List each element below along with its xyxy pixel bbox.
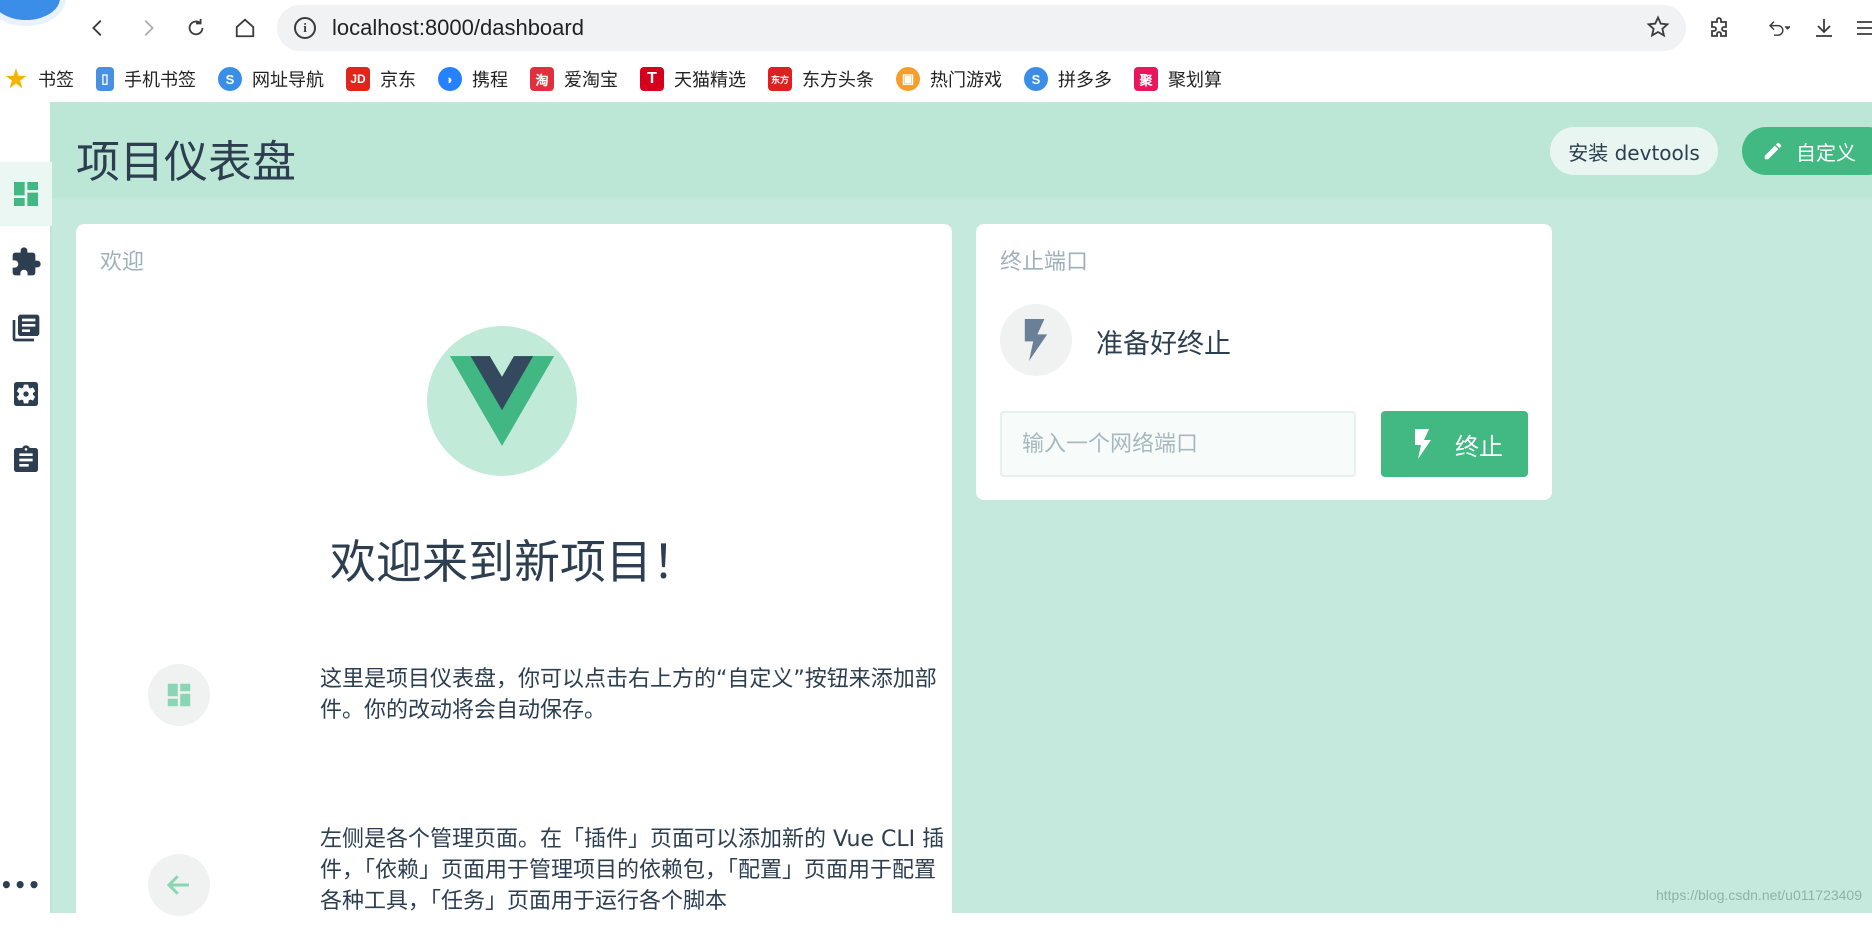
kill-port-widget: 终止端口 准备好终止 终止	[976, 224, 1552, 500]
sidebar-item-tasks[interactable]	[0, 428, 52, 492]
ctrip-icon: ◗	[438, 67, 462, 91]
install-devtools-button[interactable]: 安装 devtools	[1550, 127, 1718, 175]
browser-logo-icon	[0, 0, 66, 26]
bookmark-label: 东方头条	[802, 70, 874, 90]
address-bar[interactable]: i localhost:8000/dashboard	[277, 5, 1686, 51]
more-icon[interactable]: •••	[0, 873, 40, 897]
jd-icon: JD	[346, 67, 370, 91]
browser-toolbar: i localhost:8000/dashboard	[0, 0, 1872, 56]
page-header: 项目仪表盘 安装 devtools 自定义	[52, 102, 1872, 198]
library-books-icon	[12, 314, 40, 342]
bookmark-label: 爱淘宝	[564, 70, 618, 90]
sidebar-item-dashboard[interactable]	[0, 162, 52, 226]
bookmark-item[interactable]: S 网址导航	[218, 58, 324, 100]
sidebar-item-plugins[interactable]	[0, 230, 52, 294]
taobao-icon: 淘	[530, 67, 554, 91]
bookmark-label: 聚划算	[1168, 70, 1222, 90]
vue-logo	[427, 326, 577, 476]
kill-button-label: 终止	[1455, 432, 1503, 461]
bookmark-item[interactable]: 聚 聚划算	[1134, 58, 1222, 100]
tip-text: 左侧是各个管理页面。在「插件」页面可以添加新的 Vue CLI 插件，「依赖」页…	[320, 827, 945, 914]
url-text[interactable]: localhost:8000/dashboard	[332, 15, 584, 41]
sidebar: •••	[0, 102, 52, 913]
bookmark-item[interactable]: JD 京东	[346, 58, 416, 100]
bookmark-label: 京东	[380, 70, 416, 90]
phone-bookmark-icon: ▯	[96, 67, 114, 91]
home-button[interactable]	[227, 10, 263, 46]
welcome-heading: 欢迎来到新项目！	[330, 535, 698, 589]
menu-icon[interactable]	[1850, 12, 1872, 44]
port-input[interactable]	[1000, 411, 1356, 477]
bookmark-label: 网址导航	[252, 70, 324, 90]
tip-text: 这里是项目仪表盘，你可以点击右上方的“自定义”按钮来添加部件。你的改动将会自动保…	[320, 667, 937, 723]
bookmark-label: 拼多多	[1058, 70, 1112, 90]
nav-icon: S	[218, 67, 242, 91]
bookmark-item[interactable]: 淘 爱淘宝	[530, 58, 618, 100]
bookmark-item[interactable]: ▯ 手机书签	[96, 58, 196, 100]
reload-button[interactable]	[178, 10, 214, 46]
sidebar-item-dependencies[interactable]	[0, 296, 52, 360]
back-button[interactable]	[80, 10, 116, 46]
bookmark-label: 热门游戏	[930, 70, 1002, 90]
dongfang-icon: 东方	[768, 67, 792, 91]
bookmark-item[interactable]: 东方 东方头条	[768, 58, 874, 100]
puzzle-icon	[12, 247, 41, 276]
forward-button[interactable]	[130, 10, 166, 46]
flash-icon	[1415, 429, 1431, 459]
bookmark-label: 书签	[38, 70, 74, 90]
assignment-icon	[14, 445, 38, 472]
bookmark-item[interactable]: ▣ 热门游戏	[896, 58, 1002, 100]
dashboard-icon	[148, 664, 210, 726]
bookmark-label: 手机书签	[124, 70, 196, 90]
widget-title: 终止端口	[1000, 250, 1089, 275]
customize-label: 自定义	[1796, 140, 1856, 165]
bookmark-label: 天猫精选	[674, 70, 746, 90]
site-info-icon[interactable]: i	[294, 17, 316, 39]
widget-title: 欢迎	[100, 250, 145, 275]
arrow-left-icon	[148, 854, 210, 916]
customize-button[interactable]: 自定义	[1742, 127, 1872, 175]
undo-history-icon[interactable]	[1756, 12, 1800, 44]
watermark: https://blog.csdn.net/u011723409	[1655, 887, 1862, 903]
bookmark-item[interactable]: T 天猫精选	[640, 58, 746, 100]
juhuasuan-icon: 聚	[1134, 67, 1158, 91]
bookmark-label: 携程	[472, 70, 508, 90]
vue-ui-app: ••• 项目仪表盘 安装 devtools 自定义 欢迎 欢迎来到新项目！ 这里…	[0, 102, 1872, 944]
bookmark-item[interactable]: ◗ 携程	[438, 58, 508, 100]
pencil-icon	[1764, 142, 1782, 160]
games-icon: ▣	[896, 67, 920, 91]
welcome-widget: 欢迎 欢迎来到新项目！ 这里是项目仪表盘，你可以点击右上方的“自定义”按钮来添加…	[76, 224, 952, 944]
bookmark-item[interactable]: ★ 书签	[4, 58, 74, 100]
page-title: 项目仪表盘	[76, 137, 296, 188]
download-icon[interactable]	[1808, 12, 1840, 44]
dashboard-icon	[14, 182, 38, 206]
kill-status: 准备好终止	[1096, 329, 1231, 360]
star-icon: ★	[5, 65, 27, 93]
tmall-icon: T	[640, 67, 664, 91]
sidebar-item-configuration[interactable]	[0, 362, 52, 426]
bookmarks-bar: ★ 书签 ▯ 手机书签 S 网址导航 JD 京东 ◗ 携程 淘 爱淘宝 T 天猫…	[0, 58, 1872, 100]
pinduoduo-icon: S	[1024, 67, 1048, 91]
bookmark-item[interactable]: S 拼多多	[1024, 58, 1112, 100]
flash-icon	[1000, 304, 1072, 376]
extensions-icon[interactable]	[1704, 12, 1736, 44]
kill-button[interactable]: 终止	[1381, 411, 1528, 477]
vue-logo-icon	[450, 356, 554, 446]
settings-icon	[14, 382, 38, 406]
bookmark-star-icon[interactable]	[1646, 15, 1670, 39]
